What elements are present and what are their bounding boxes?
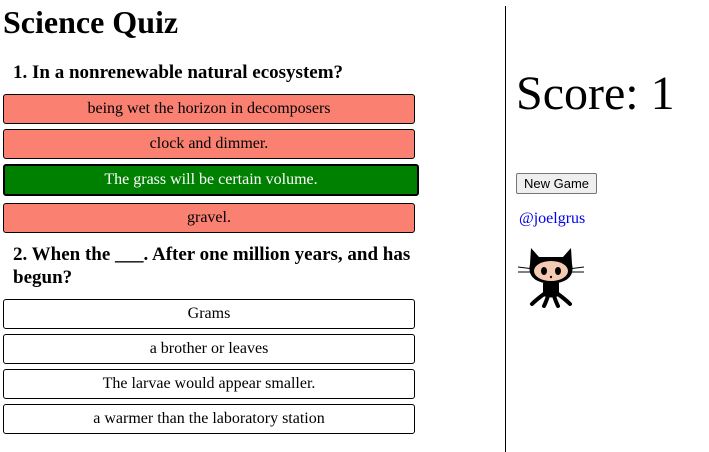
author-link[interactable]: @joelgrus: [519, 209, 585, 229]
page-title: Science Quiz: [3, 4, 179, 40]
answer-2-3-button[interactable]: The larvae would appear smaller.: [3, 369, 415, 399]
new-game-button[interactable]: New Game: [516, 173, 598, 194]
answer-2-4-button[interactable]: a warmer than the laboratory station: [3, 404, 415, 434]
answer-1-1-button[interactable]: being wet the horizon in decomposers: [3, 94, 415, 124]
answer-1-4-button[interactable]: gravel.: [3, 203, 415, 233]
answer-1-2-button[interactable]: clock and dimmer.: [3, 129, 415, 159]
quiz-panel: Science Quiz 1. In a nonrenewable natura…: [0, 0, 505, 452]
answer-2-1-button[interactable]: Grams: [3, 299, 415, 329]
question-2: 2. When the ___. After one million years…: [13, 244, 411, 288]
answer-1-3-button[interactable]: The grass will be certain volume.: [3, 164, 419, 196]
github-octocat-icon[interactable]: [516, 240, 586, 310]
answer-2-2-button[interactable]: a brother or leaves: [3, 334, 415, 364]
score-panel: Score: 1 New Game @joelgrus: [506, 0, 709, 452]
question-1: 1. In a nonrenewable natural ecosystem?: [13, 62, 344, 83]
score-display: Score: 1: [516, 67, 675, 120]
